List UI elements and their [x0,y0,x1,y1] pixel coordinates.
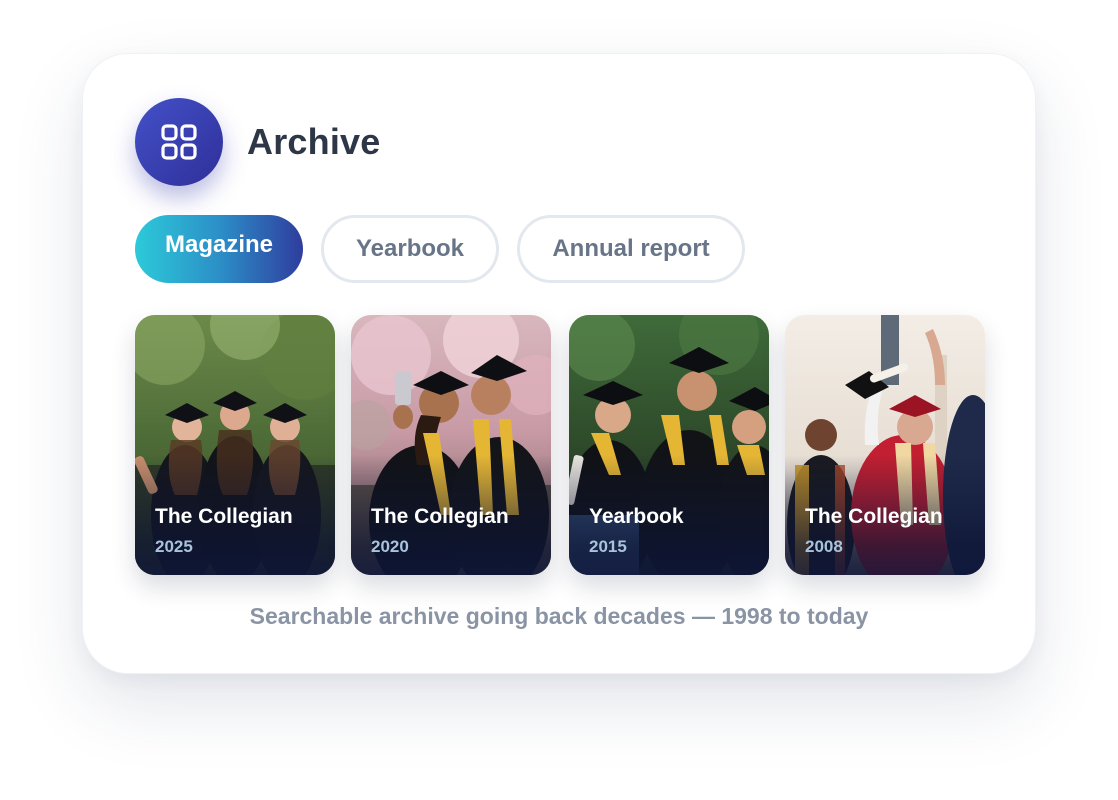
issue-year: 2008 [805,537,843,556]
issue-year: 2025 [155,537,193,556]
issue-title: The Collegian [155,505,293,528]
tab-yearbook[interactable]: Yearbook [321,215,499,283]
issue-gallery: The Collegian 2025 The Collegian 2020 Ye… [135,315,985,575]
archive-badge [135,98,223,186]
archive-header: Archive [135,98,380,186]
tab-annual-report[interactable]: Annual report [517,215,745,283]
tab-magazine[interactable]: Magazine [135,215,303,283]
issue-title: Yearbook [589,505,684,528]
issue-title: The Collegian [371,505,509,528]
issue-card[interactable]: The Collegian 2020 [351,315,551,575]
issue-card[interactable]: The Collegian 2008 [785,315,985,575]
category-tabs: Magazine Yearbook Annual report [135,215,745,283]
archive-footnote: Searchable archive going back decades — … [249,603,869,629]
grid-icon [161,124,197,160]
issue-year: 2015 [589,537,627,556]
page-title: Archive [247,121,381,162]
issue-title: The Collegian [805,505,943,528]
archive-card: Archive Magazine Yearbook Annual report [82,53,1036,674]
issue-year: 2020 [371,537,409,556]
issue-card[interactable]: The Collegian 2025 [135,315,335,575]
issue-card[interactable]: Yearbook 2015 [569,315,769,575]
